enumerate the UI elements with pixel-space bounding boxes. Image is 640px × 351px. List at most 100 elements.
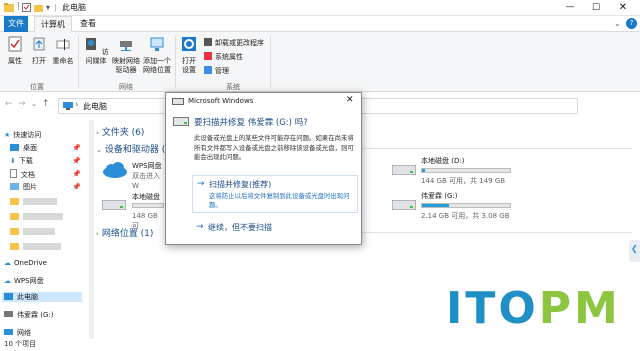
star-icon: ★	[4, 131, 11, 139]
nav-this-pc[interactable]: 此电脑	[2, 292, 82, 302]
uninstall-button[interactable]: 卸载或更改程序	[204, 38, 264, 48]
nav-this-pc-label: 此电脑	[17, 293, 38, 301]
wps-drive-subtitle: 双击进入W	[132, 172, 160, 190]
usb-drive-icon	[4, 311, 13, 317]
minimize-button[interactable]: —	[560, 0, 580, 15]
map-drive-label: 映射网络驱动器	[112, 57, 140, 74]
status-bar: 10 个项目	[0, 339, 640, 351]
pin-icon: 📌	[72, 183, 81, 191]
blurred-name	[23, 213, 63, 220]
group-network-label: 网络	[119, 83, 133, 91]
usb-drive-icon	[392, 200, 416, 210]
nav-usb[interactable]: 伟爱霖 (G:)	[4, 310, 53, 320]
blurred-name	[23, 228, 55, 235]
open-icon	[33, 37, 45, 51]
properties-qat-icon[interactable]	[22, 3, 31, 12]
nav-folder[interactable]	[10, 197, 57, 207]
network-group-header[interactable]: › 网络位置 (1)	[96, 226, 153, 239]
continue-no-scan-option[interactable]: → 继续，但不要扫描	[192, 219, 358, 237]
network-header-label: 网络位置 (1)	[101, 229, 154, 239]
dialog-close-button[interactable]: ✕	[346, 94, 354, 106]
open-settings-label: 打开设置	[182, 57, 196, 74]
title-bar: | ▾ | 此电脑 — ☐ ✕	[0, 0, 640, 16]
open-settings-button[interactable]: 打开设置	[178, 36, 200, 75]
forward-icon[interactable]: →	[18, 99, 26, 109]
itopm-watermark-logo: ITOPM	[446, 281, 636, 337]
rename-icon	[56, 39, 70, 50]
recent-dropdown-icon[interactable]: ⌄	[31, 100, 37, 108]
group-location-label: 位置	[30, 83, 44, 91]
nav-scrollbar[interactable]	[89, 120, 94, 339]
blurred-name	[23, 243, 61, 250]
wps-drive-item[interactable]: WPS网盘 双击进入W	[100, 158, 164, 190]
local-drive-c-item[interactable]: 本地磁盘 148 GB 可	[100, 190, 164, 230]
nav-network[interactable]: 网络	[4, 328, 31, 338]
open-label: 打开	[32, 57, 46, 65]
nav-folder[interactable]	[10, 227, 55, 237]
desktop-icon	[10, 144, 19, 151]
folders-header-label: 文件夹 (6)	[101, 128, 145, 138]
nav-documents[interactable]: 文档 📌	[10, 169, 81, 180]
pin-icon: 📌	[72, 157, 81, 165]
uninstall-icon	[204, 38, 212, 46]
folder-icon	[10, 243, 19, 250]
nav-onedrive[interactable]: ☁ OneDrive	[4, 258, 47, 268]
local-drive-d-item[interactable]: 本地磁盘 (D:) 144 GB 可用，共 149 GB	[390, 153, 590, 187]
pc-icon	[63, 102, 73, 110]
system-properties-label: 系统属性	[215, 53, 243, 61]
local-d-name: 本地磁盘 (D:)	[421, 157, 465, 165]
ribbon-separator	[270, 36, 271, 88]
tab-computer[interactable]: 计算机	[34, 16, 72, 32]
hard-drive-icon	[392, 165, 416, 175]
usb-drive-g-item[interactable]: 伟爱霖 (G:) 2.14 GB 可用，共 3.08 GB	[390, 188, 590, 222]
breadcrumb[interactable]: 此电脑	[83, 101, 107, 112]
qat-dropdown-icon[interactable]: ▾	[46, 0, 50, 16]
window-title: 此电脑	[62, 3, 86, 12]
tab-view[interactable]: 查看	[74, 16, 102, 32]
back-icon[interactable]: ←	[5, 99, 13, 109]
scan-repair-dialog: Microsoft Windows ✕ 要扫描并修复 伟爱霖 (G:) 吗? 此…	[165, 92, 362, 245]
explorer-window: | ▾ | 此电脑 — ☐ ✕ 文件 计算机 查看 ⌄ ? 属性 打开 重命名 …	[0, 0, 640, 351]
download-icon: ⬇	[10, 157, 16, 165]
nav-desktop[interactable]: 桌面 📌	[10, 143, 81, 153]
add-location-label: 添加一个网络位置	[143, 57, 171, 74]
manage-button[interactable]: 管理	[204, 66, 229, 76]
expand-chevron-icon: ›	[96, 230, 99, 238]
network-icon	[4, 329, 13, 335]
access-media-button[interactable]: 访问媒体	[82, 36, 110, 66]
scan-repair-option[interactable]: → 扫描并修复(推荐) 这将防止以后将文件复制到此设备或光盘时出现问题。	[192, 175, 358, 213]
close-window-button[interactable]: ✕	[612, 0, 634, 16]
title-separator: |	[54, 3, 57, 12]
folders-group-header[interactable]: › 文件夹 (6)	[96, 125, 144, 138]
add-location-button[interactable]: 添加一个网络位置	[142, 36, 172, 75]
picture-icon	[10, 183, 19, 190]
map-drive-button[interactable]: 映射网络驱动器	[112, 36, 140, 75]
properties-button[interactable]: 属性	[4, 36, 26, 66]
watermark-text: ITOPM	[446, 283, 621, 334]
navigation-pane: ★ 快速访问 桌面 📌 ⬇ 下载 📌 文档 📌 图片 📌 ☁ OneDrive ☁ WPS网盘 …	[0, 120, 88, 341]
settings-gear-icon	[182, 37, 196, 51]
open-button[interactable]: 打开	[28, 36, 50, 66]
nav-quick-access[interactable]: ★ 快速访问	[4, 130, 41, 140]
properties-label: 属性	[8, 57, 22, 65]
maximize-button[interactable]: ☐	[586, 0, 606, 16]
help-icon[interactable]: ?	[626, 18, 637, 29]
rename-button[interactable]: 重命名	[52, 36, 74, 66]
devices-group-header[interactable]: ⌄ 设备和驱动器 (6	[96, 142, 171, 155]
nav-downloads[interactable]: ⬇ 下载 📌	[10, 156, 81, 166]
new-folder-qat-icon[interactable]	[34, 3, 43, 12]
wps-drive-name: WPS网盘	[132, 162, 162, 170]
up-icon[interactable]: ↑	[42, 99, 50, 109]
nav-folder[interactable]	[10, 212, 63, 222]
tab-file[interactable]: 文件	[4, 16, 28, 32]
side-panel-handle[interactable]: ❮	[629, 240, 640, 262]
devices-header-label: 设备和驱动器 (6	[104, 145, 171, 155]
nav-folder[interactable]	[10, 242, 61, 252]
ribbon-separator	[175, 36, 176, 88]
manage-label: 管理	[215, 67, 229, 75]
ribbon-collapse-icon[interactable]: ⌄	[614, 16, 621, 32]
nav-pictures[interactable]: 图片 📌	[10, 182, 81, 192]
nav-wps[interactable]: ☁ WPS网盘	[4, 276, 44, 286]
system-properties-button[interactable]: 系统属性	[204, 52, 243, 62]
section-divider	[362, 148, 632, 149]
